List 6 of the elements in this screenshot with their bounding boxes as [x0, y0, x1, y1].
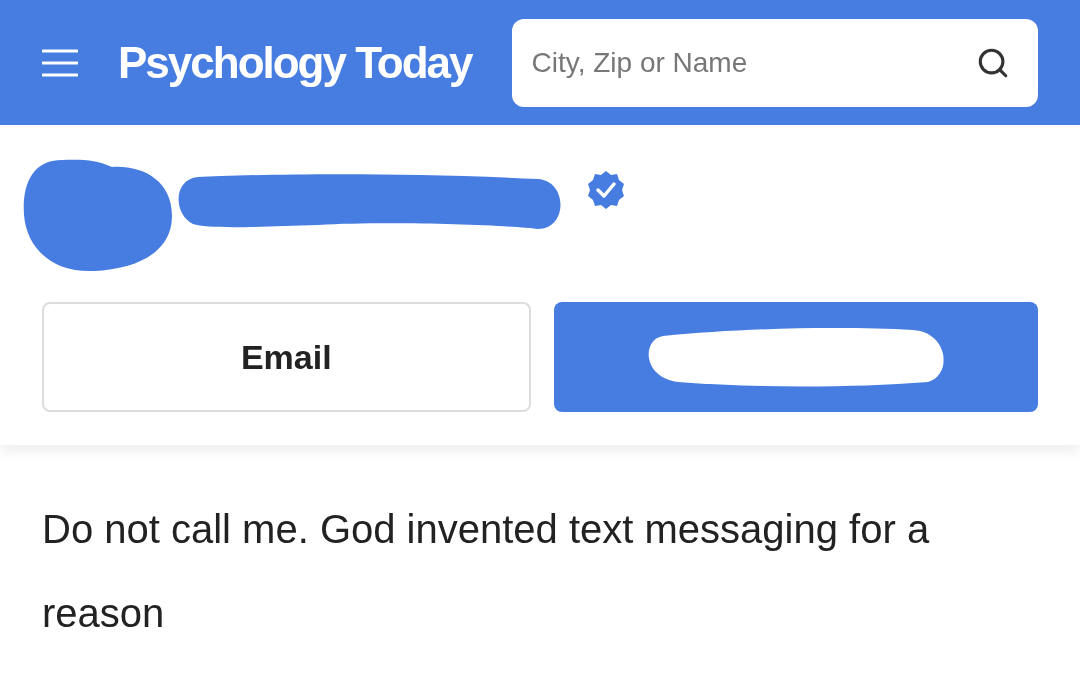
- menu-icon[interactable]: [42, 47, 78, 78]
- redacted-button[interactable]: [553, 302, 1038, 412]
- site-logo[interactable]: Psychology Today: [118, 40, 472, 85]
- note-text: Do not call me. God invented text messaging for a reason: [41, 506, 931, 637]
- search-field[interactable]: City, Zip or Name: [511, 18, 1038, 107]
- email-button[interactable]: Email: [42, 302, 531, 412]
